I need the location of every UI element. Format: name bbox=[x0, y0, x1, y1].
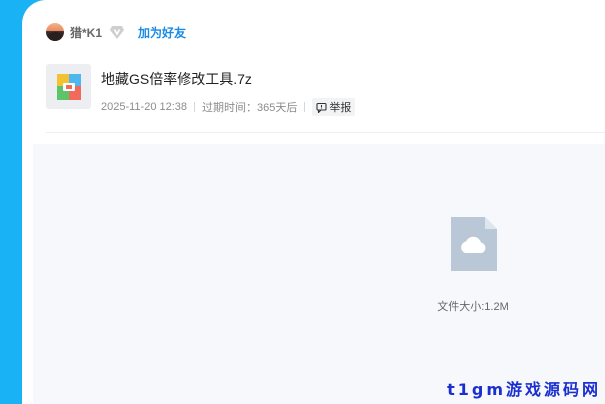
watermark: t1gm游戏源码网 bbox=[447, 380, 601, 399]
share-panel: 猎*K1 加为好友 地藏GS倍率修改工具.7z 2025-11-20 12:38 bbox=[22, 0, 605, 404]
section-divider bbox=[46, 132, 605, 133]
file-name[interactable]: 地藏GS倍率修改工具.7z bbox=[101, 69, 355, 89]
add-friend-link[interactable]: 加为好友 bbox=[138, 24, 186, 41]
username: 猎*K1 bbox=[70, 25, 103, 40]
upload-date: 2025-11-20 12:38 bbox=[101, 101, 188, 113]
report-icon bbox=[316, 102, 327, 113]
file-preview-area: 文件大小:1.2M bbox=[33, 144, 605, 404]
file-size: 文件大小:1.2M bbox=[437, 301, 509, 313]
report-button[interactable]: 举报 bbox=[312, 98, 356, 116]
meta-divider bbox=[304, 102, 306, 112]
archive-file-icon bbox=[46, 64, 91, 109]
cloud-file-icon bbox=[451, 217, 497, 271]
meta-divider bbox=[194, 102, 196, 112]
avatar[interactable] bbox=[46, 23, 64, 41]
file-row: 地藏GS倍率修改工具.7z 2025-11-20 12:38 过期时间：365天… bbox=[46, 64, 356, 116]
expire-time: 过期时间：365天后 bbox=[202, 102, 298, 114]
vip-diamond-icon bbox=[109, 24, 125, 40]
file-meta: 2025-11-20 12:38 过期时间：365天后 举报 bbox=[101, 98, 356, 116]
report-label: 举报 bbox=[329, 102, 352, 114]
user-row: 猎*K1 加为好友 bbox=[46, 22, 186, 42]
file-info: 地藏GS倍率修改工具.7z 2025-11-20 12:38 过期时间：365天… bbox=[101, 64, 356, 116]
